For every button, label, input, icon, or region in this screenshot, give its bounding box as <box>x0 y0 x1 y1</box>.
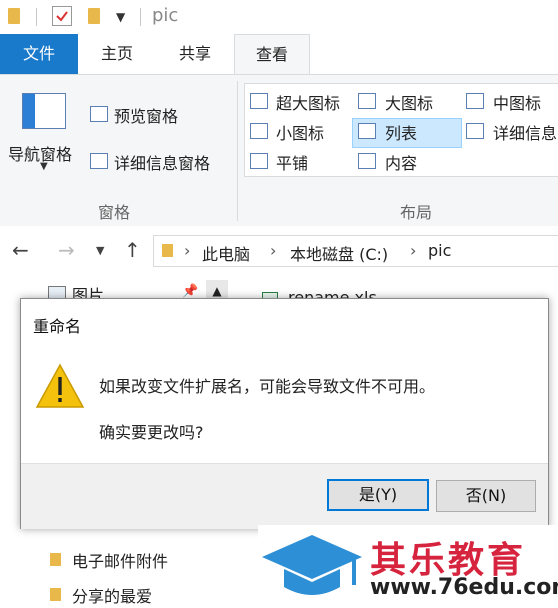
folder-icon <box>8 8 20 24</box>
separator <box>36 8 37 26</box>
folder-icon <box>50 588 61 601</box>
chevron-down-icon[interactable]: ▼ <box>40 161 48 172</box>
large-icons-icon <box>358 93 376 109</box>
panes-group-label: 窗格 <box>98 203 131 222</box>
layout-content[interactable]: 内容 <box>385 150 417 174</box>
quick-access-dropdown-icon[interactable]: ▼ <box>116 10 125 24</box>
layout-extra-large-icons[interactable]: 超大图标 <box>276 90 340 114</box>
dialog-title: 重命名 <box>33 317 82 336</box>
nav-item-favorites[interactable]: 分享的最爱 <box>72 583 152 607</box>
details-icon <box>466 123 484 139</box>
dialog-question: 确实要更改吗? <box>99 423 204 442</box>
layout-small-icons[interactable]: 小图标 <box>276 120 324 144</box>
preview-pane-button[interactable]: 预览窗格 <box>114 103 178 127</box>
details-pane-button[interactable]: 详细信息窗格 <box>114 150 210 174</box>
tiles-icon <box>250 153 268 169</box>
forward-arrow-icon[interactable]: → <box>58 238 75 262</box>
nav-item-email-attachments[interactable]: 电子邮件附件 <box>72 548 168 572</box>
breadcrumb-separator-icon: › <box>270 241 277 260</box>
watermark: 其乐教育 www.76edu.com <box>258 525 558 608</box>
tab-home[interactable]: 主页 <box>78 34 156 74</box>
medium-icons-icon <box>466 93 484 109</box>
details-pane-icon <box>90 153 108 169</box>
up-arrow-icon[interactable]: ↑ <box>124 238 141 262</box>
breadcrumb-pic[interactable]: pic <box>428 241 451 260</box>
pin-icon[interactable]: 📌 <box>182 284 198 299</box>
preview-pane-icon <box>90 106 108 122</box>
breadcrumb-local-disk[interactable]: 本地磁盘 (C:) <box>290 241 388 265</box>
layout-tiles[interactable]: 平铺 <box>276 150 308 174</box>
extra-large-icons-icon <box>250 93 268 109</box>
ribbon-tabs: 文件 主页 共享 查看 <box>0 34 558 76</box>
recent-locations-chevron-icon[interactable]: ▼ <box>96 244 104 257</box>
rename-dialog: 重命名 如果改变文件扩展名，可能会导致文件不可用。 确实要更改吗? 是(Y) 否… <box>20 298 549 529</box>
content-icon <box>358 153 376 169</box>
nav-pane-icon[interactable] <box>22 93 66 129</box>
dialog-message: 如果改变文件扩展名，可能会导致文件不可用。 <box>99 377 436 396</box>
yes-button[interactable]: 是(Y) <box>327 479 429 511</box>
breadcrumb-this-pc[interactable]: 此电脑 <box>202 241 250 265</box>
layout-medium-icons[interactable]: 中图标 <box>493 90 541 114</box>
layout-group-label: 布局 <box>400 203 433 222</box>
folder-icon <box>50 553 61 566</box>
tab-share[interactable]: 共享 <box>156 34 234 74</box>
list-icon <box>358 123 376 139</box>
breadcrumb-separator-icon: › <box>410 241 417 260</box>
graduation-cap-icon <box>260 531 364 605</box>
new-folder-icon[interactable] <box>88 8 100 24</box>
properties-icon[interactable] <box>52 6 72 26</box>
tab-file[interactable]: 文件 <box>0 34 78 74</box>
group-separator <box>237 81 238 221</box>
breadcrumb-separator-icon: › <box>184 241 191 260</box>
window-title: pic <box>152 5 179 26</box>
watermark-url: www.76edu.com <box>370 575 558 600</box>
layout-details[interactable]: 详细信息 <box>493 120 557 144</box>
address-bar[interactable]: › 此电脑 › 本地磁盘 (C:) › pic <box>153 235 558 267</box>
layout-large-icons[interactable]: 大图标 <box>385 90 433 114</box>
no-button[interactable]: 否(N) <box>436 480 536 512</box>
small-icons-icon <box>250 123 268 139</box>
back-arrow-icon[interactable]: ← <box>12 238 29 262</box>
ribbon-body: 导航窗格 ▼ 预览窗格 详细信息窗格 窗格 超大图标 大图标 中图标 小图标 列… <box>0 74 558 228</box>
separator <box>140 8 141 26</box>
title-bar: ▼ pic <box>0 0 558 34</box>
tab-view[interactable]: 查看 <box>234 34 310 76</box>
layout-list[interactable]: 列表 <box>385 120 417 144</box>
folder-icon <box>162 244 173 257</box>
warning-icon <box>35 363 85 413</box>
